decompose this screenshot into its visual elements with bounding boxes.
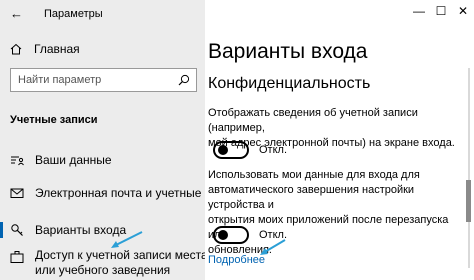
window-controls: — ☐ ✕ [408, 0, 474, 22]
sidebar-item-email[interactable]: Электронная почта и учетные записи [0, 183, 205, 203]
main-pane: — ☐ ✕ Варианты входа Конфиденциальность … [205, 0, 474, 280]
section-label: Учетные записи [10, 114, 98, 126]
toggle-knob [218, 145, 228, 155]
maximize-button[interactable]: ☐ [430, 0, 452, 22]
back-arrow-icon[interactable]: ← [10, 6, 26, 22]
setting2-description: Использовать мои данные для входа для ав… [208, 168, 463, 258]
home-icon [10, 43, 22, 55]
person-list-icon [11, 156, 24, 166]
desc-line: Отображать сведения об учетной записи (н… [208, 107, 418, 134]
app-title: Параметры [44, 8, 103, 20]
briefcase-icon [10, 251, 24, 263]
setting2-toggle[interactable] [213, 226, 249, 244]
desc-line: Использовать мои данные для входа для [208, 169, 420, 181]
sidebar-item-label: Электронная почта и учетные записи [35, 186, 205, 200]
setting1-toggle-row: Откл. [213, 141, 287, 159]
desc-line: автоматического завершения настройки уст… [208, 184, 415, 211]
sidebar: ← Параметры Главная Учетные записи Ваши … [0, 0, 205, 280]
sidebar-item-sign-in-options[interactable]: Варианты входа [0, 220, 205, 240]
sidebar-item-work-access[interactable]: Доступ к учетной записи места работ или … [0, 248, 205, 280]
search-input[interactable] [18, 74, 168, 86]
sidebar-item-home[interactable]: Главная [10, 40, 200, 58]
section-title: Конфиденциальность [208, 75, 371, 92]
more-info-link[interactable]: Подробнее [208, 254, 265, 266]
search-box[interactable] [10, 68, 197, 92]
setting1-toggle[interactable] [213, 141, 249, 159]
key-icon [11, 224, 23, 236]
page-title: Варианты входа [208, 40, 368, 63]
sidebar-item-label: Главная [34, 42, 80, 56]
sidebar-item-your-info[interactable]: Ваши данные [0, 150, 205, 170]
scrollbar-track[interactable] [468, 68, 470, 268]
minimize-button[interactable]: — [408, 0, 430, 22]
sidebar-item-label: или учебного заведения [35, 263, 171, 277]
annotation-arrow-icon [111, 231, 143, 248]
toggle-state-label: Откл. [259, 144, 288, 156]
search-icon[interactable] [178, 74, 190, 86]
close-button[interactable]: ✕ [452, 0, 474, 22]
mail-icon [10, 188, 24, 198]
toggle-knob [218, 230, 228, 240]
scrollbar-thumb[interactable] [466, 180, 471, 222]
sidebar-item-label: Ваши данные [35, 153, 112, 167]
